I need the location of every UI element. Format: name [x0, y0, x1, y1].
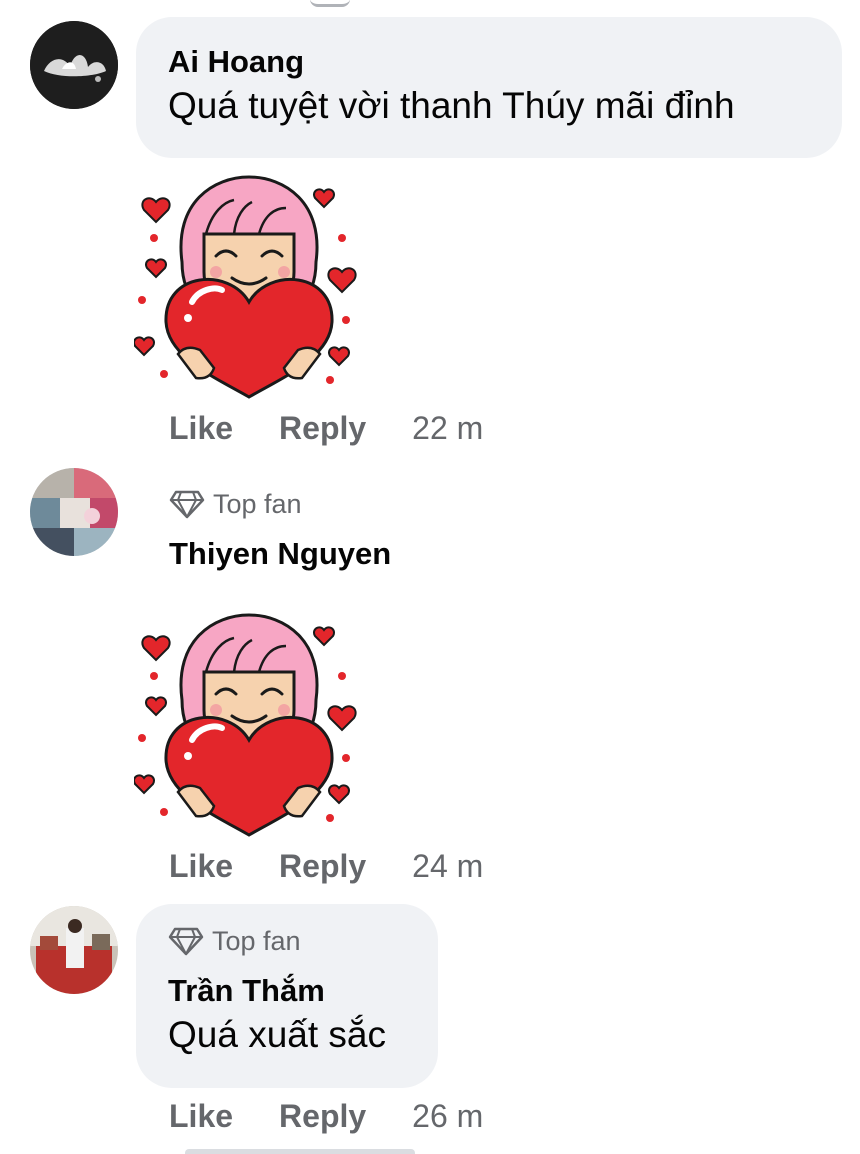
clipped-next-content — [185, 1149, 415, 1154]
comment-actions: Like Reply 22 m — [169, 410, 483, 447]
reply-button[interactable]: Reply — [279, 410, 366, 447]
like-button[interactable]: Like — [169, 848, 233, 885]
comment-actions: Like Reply 26 m — [169, 1098, 483, 1135]
comment-timestamp[interactable]: 24 m — [412, 848, 483, 885]
comment-bubble: Top fan Trần Thắm Quá xuất sắc — [136, 904, 438, 1088]
top-fan-badge: Top fan — [168, 924, 406, 958]
collage-avatar-image — [30, 468, 118, 556]
heart-girl-sticker — [134, 172, 364, 402]
comment-author-name[interactable]: Trần Thắm — [168, 972, 406, 1010]
comment-avatar[interactable] — [30, 906, 118, 994]
top-fan-label: Top fan — [212, 926, 301, 956]
top-fan-label: Top fan — [213, 489, 302, 519]
lotus-avatar-image — [30, 21, 118, 109]
like-button[interactable]: Like — [169, 1098, 233, 1135]
top-fan-badge: Top fan — [169, 487, 302, 521]
photo-avatar-image — [30, 906, 118, 994]
comment-avatar[interactable] — [30, 21, 118, 109]
comment-author-name[interactable]: Thiyen Nguyen — [169, 535, 391, 573]
comment-text: Quá xuất sắc — [168, 1014, 387, 1055]
comment-timestamp[interactable]: 22 m — [412, 410, 483, 447]
comment-text: Quá tuyệt vời thanh Thúy mãi đỉnh — [168, 85, 735, 126]
comment-author-name[interactable]: Ai Hoang — [168, 43, 810, 81]
heart-girl-sticker — [134, 610, 364, 840]
clipped-previous-content — [310, 0, 350, 7]
like-button[interactable]: Like — [169, 410, 233, 447]
diamond-icon — [169, 490, 205, 519]
comment-bubble: Ai Hoang Quá tuyệt vời thanh Thúy mãi đỉ… — [136, 17, 842, 158]
comment-avatar[interactable] — [30, 468, 118, 556]
reply-button[interactable]: Reply — [279, 1098, 366, 1135]
reply-button[interactable]: Reply — [279, 848, 366, 885]
diamond-icon — [168, 927, 204, 956]
comment-actions: Like Reply 24 m — [169, 848, 483, 885]
comment-timestamp[interactable]: 26 m — [412, 1098, 483, 1135]
